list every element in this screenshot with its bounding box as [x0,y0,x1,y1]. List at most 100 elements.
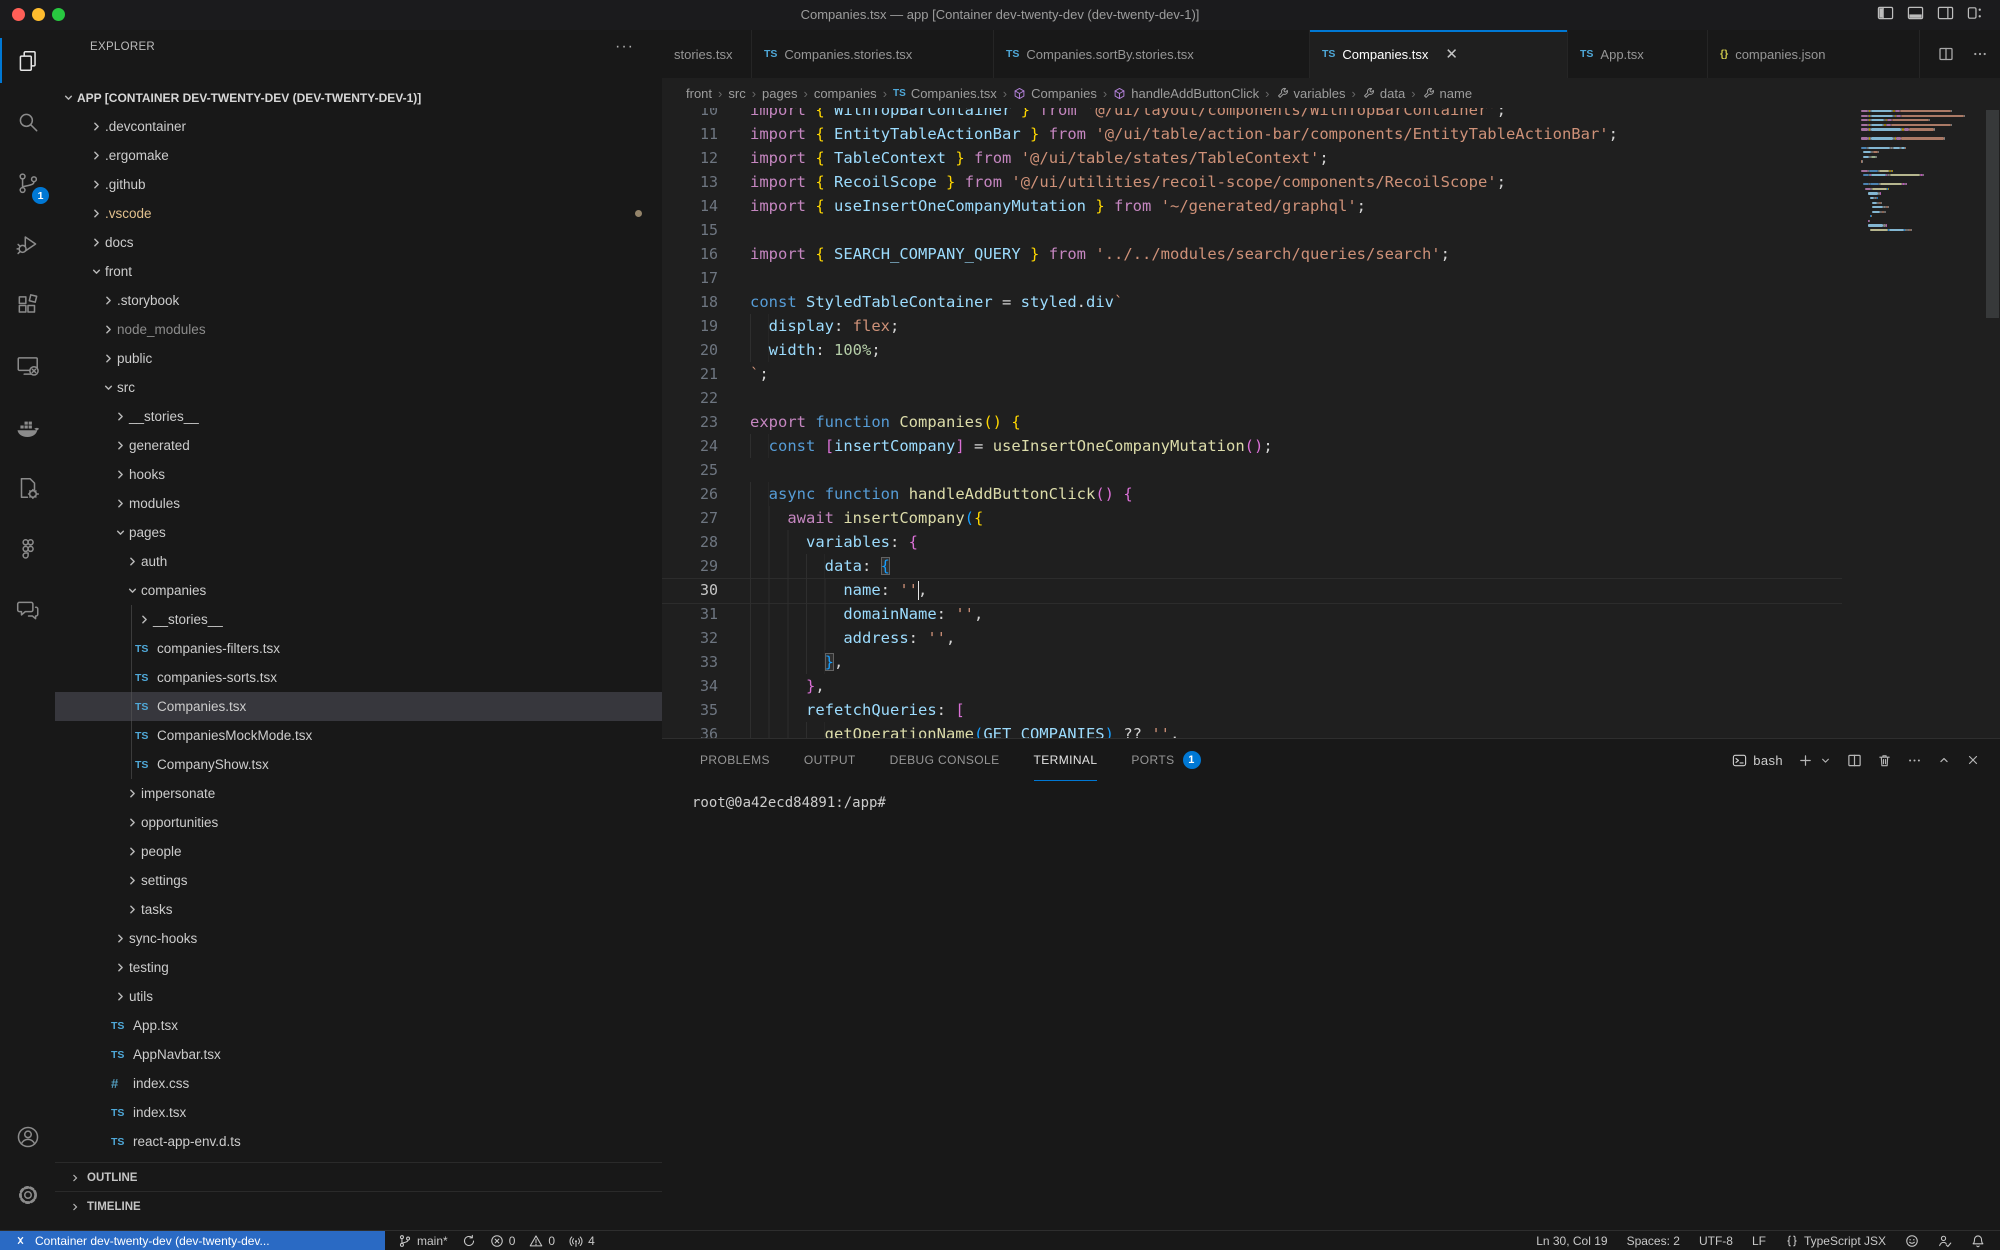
status-braces[interactable]: TypeScript JSX [1785,1234,1886,1248]
tree-item-app.tsx[interactable]: TSApp.tsx [55,1011,662,1040]
activity-bar-item-comments[interactable] [0,579,55,640]
tree-item-pages[interactable]: pages [55,518,662,547]
layout-sidebar-right-icon[interactable] [1937,5,1954,21]
code-line-27[interactable]: await insertCompany({ [750,506,983,530]
activity-bar-item-source-control[interactable]: 1 [0,152,55,213]
breadcrumb-item-front[interactable]: front [686,86,712,101]
activity-bar-item-search[interactable] [0,91,55,152]
status-error[interactable]: 0 [490,1234,516,1248]
tree-item-docs[interactable]: docs [55,228,662,257]
tab-companies.stories.tsx[interactable]: TSCompanies.stories.tsx [752,30,994,78]
tree-item-.devcontainer[interactable]: .devcontainer [55,112,662,141]
outline-section[interactable]: OUTLINE [55,1162,662,1192]
breadcrumb-item-handleaddbuttonclick[interactable]: handleAddButtonClick [1113,86,1259,101]
breadcrumb-item-companies[interactable]: companies [814,86,877,101]
tree-item-modules[interactable]: modules [55,489,662,518]
status-person-check[interactable] [1938,1234,1952,1248]
code-line-18[interactable]: const StyledTableContainer = styled.div` [750,290,1123,314]
tree-item-impersonate[interactable]: impersonate [55,779,662,808]
tree-item-src[interactable]: src [55,373,662,402]
tree-item-public[interactable]: public [55,344,662,373]
tree-item-companyshow.tsx[interactable]: TSCompanyShow.tsx [55,750,662,779]
panel-tab-output[interactable]: OUTPUT [804,739,856,781]
tree-item-.storybook[interactable]: .storybook [55,286,662,315]
explorer-more-actions-icon[interactable]: ··· [615,38,634,56]
tree-item-tasks[interactable]: tasks [55,895,662,924]
panel-tab-debug-console[interactable]: DEBUG CONSOLE [890,739,1000,781]
breadcrumb-item-pages[interactable]: pages [762,86,797,101]
tree-item-companies[interactable]: companies [55,576,662,605]
code-line-19[interactable]: display: flex; [750,314,899,338]
customize-layout-icon[interactable] [1967,5,1984,21]
activity-bar-item-figma[interactable] [0,518,55,579]
activity-bar-item-remote-explorer[interactable] [0,335,55,396]
code-line-21[interactable]: `; [750,362,769,386]
code-line-35[interactable]: refetchQueries: [ [750,698,965,722]
tree-root-item[interactable]: APP [CONTAINER DEV-TWENTY-DEV (DEV-TWENT… [55,83,662,112]
tree-item-opportunities[interactable]: opportunities [55,808,662,837]
panel-tab-ports[interactable]: PORTS1 [1131,739,1200,781]
tree-item-node-modules[interactable]: node_modules [55,315,662,344]
tree-item-react-app-env.d.ts[interactable]: TSreact-app-env.d.ts [55,1127,662,1156]
tree-item--stories-[interactable]: __stories__ [55,402,662,431]
tab-app.tsx[interactable]: TSApp.tsx [1568,30,1708,78]
tab-stories.tsx[interactable]: stories.tsx [662,30,752,78]
tree-item-index.css[interactable]: #index.css [55,1069,662,1098]
status-item-ln-30-col-19[interactable]: Ln 30, Col 19 [1536,1234,1607,1248]
activity-bar-item-dev-containers[interactable] [0,457,55,518]
code-line-33[interactable]: }, [750,650,843,674]
status-sync[interactable] [462,1234,476,1248]
breadcrumb-item-src[interactable]: src [728,86,745,101]
split-terminal-icon[interactable] [1847,753,1862,768]
tree-item-auth[interactable]: auth [55,547,662,576]
breadcrumb-item-data[interactable]: data [1362,86,1405,101]
minimap[interactable] [1861,110,1983,234]
status-bell[interactable] [1971,1234,1985,1248]
activity-bar-item-run-debug[interactable] [0,213,55,274]
code-line-30[interactable]: name: '', [750,578,927,602]
shell-selector[interactable]: bash [1732,753,1783,768]
breadcrumb-item-companies[interactable]: Companies [1013,86,1097,101]
close-icon[interactable]: ✕ [1445,45,1458,63]
tree-item-.ergomake[interactable]: .ergomake [55,141,662,170]
chevron-down-icon[interactable] [1819,754,1832,767]
maximize-panel-icon[interactable] [1937,753,1951,767]
tab-companies.sortby.stories.tsx[interactable]: TSCompanies.sortBy.stories.tsx [994,30,1310,78]
panel-tab-problems[interactable]: PROBLEMS [700,739,770,781]
code-line-11[interactable]: import { EntityTableActionBar } from '@/… [750,122,1618,146]
status-warning[interactable]: 0 [529,1234,555,1248]
status-item-lf[interactable]: LF [1752,1234,1766,1248]
tree-item-front[interactable]: front [55,257,662,286]
code-line-23[interactable]: export function Companies() { [750,410,1021,434]
breadcrumb-item-companies.tsx[interactable]: TSCompanies.tsx [893,86,997,101]
tab-companies.tsx[interactable]: TSCompanies.tsx✕ [1310,30,1568,78]
tree-item-generated[interactable]: generated [55,431,662,460]
tree-item-settings[interactable]: settings [55,866,662,895]
terminal-prompt[interactable]: root@0a42ecd84891:/app# [692,795,886,811]
code-line-34[interactable]: }, [750,674,825,698]
breadcrumb-item-name[interactable]: name [1422,86,1473,101]
new-terminal-icon[interactable] [1798,753,1813,768]
tree-item-companies-sorts.tsx[interactable]: TScompanies-sorts.tsx [55,663,662,692]
more-actions-icon[interactable] [1972,46,1988,62]
code-line-28[interactable]: variables: { [750,530,918,554]
code-line-20[interactable]: width: 100%; [750,338,881,362]
activity-bar-item-settings-gear[interactable] [0,1166,55,1224]
code-line-13[interactable]: import { RecoilScope } from '@/ui/utilit… [750,170,1506,194]
timeline-section[interactable]: TIMELINE [55,1191,662,1221]
status-antenna[interactable]: 4 [569,1234,595,1248]
code-editor[interactable]: 1011121314151617181920212223242526272829… [662,108,2000,738]
activity-bar-item-account[interactable] [0,1108,55,1166]
code-line-10[interactable]: import { WithTopBarContainer } from '@/u… [750,108,1506,122]
tree-item-utils[interactable]: utils [55,982,662,1011]
code-line-12[interactable]: import { TableContext } from '@/ui/table… [750,146,1329,170]
tree-item-.github[interactable]: .github [55,170,662,199]
tab-companies.json[interactable]: {}companies.json [1708,30,1920,78]
tree-item-index.tsx[interactable]: TSindex.tsx [55,1098,662,1127]
activity-bar-item-extensions[interactable] [0,274,55,335]
more-actions-icon[interactable] [1907,753,1922,768]
code-line-14[interactable]: import { useInsertOneCompanyMutation } f… [750,194,1366,218]
close-panel-icon[interactable] [1966,753,1980,767]
tree-item-testing[interactable]: testing [55,953,662,982]
tree-item--stories-[interactable]: __stories__ [55,605,662,634]
